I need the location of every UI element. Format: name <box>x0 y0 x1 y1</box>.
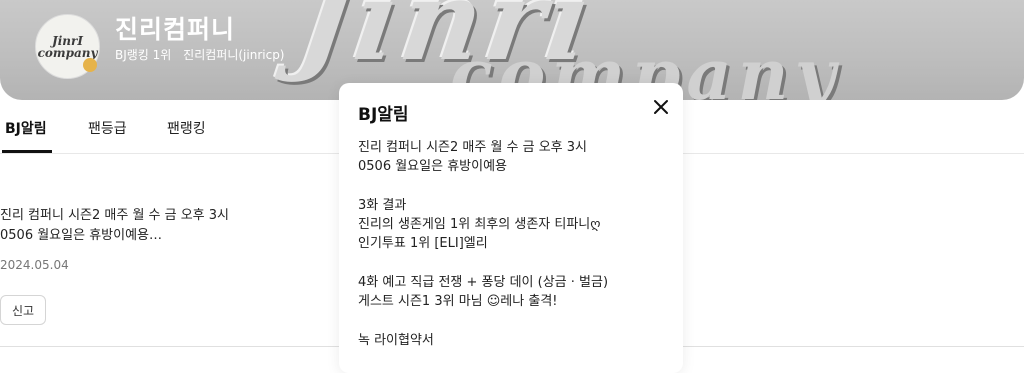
avatar[interactable]: JinrI company <box>35 14 100 79</box>
modal-line: 0506 월요일은 휴방이예용 <box>358 159 507 175</box>
modal-line: 4화 예고 직급 전쟁 + 퐁당 데이 (상금 · 벌금) <box>358 275 609 291</box>
modal-body: 진리 컴퍼니 시즌2 매주 월 수 금 오후 3시 0506 월요일은 휴방이예… <box>358 138 668 350</box>
avatar-logo-subtext: company <box>37 45 98 60</box>
avatar-badge <box>83 58 97 72</box>
modal-line-blank <box>358 254 668 273</box>
modal-line: 3화 결과 <box>358 197 407 213</box>
modal-line: 게스트 시즌1 3위 마님 ☺레나 출격! <box>358 294 558 310</box>
channel-name: 진리컴퍼니 <box>115 15 236 44</box>
report-button[interactable]: 신고 <box>0 295 46 325</box>
modal-line: 진리의 생존게임 1위 최후의 생존자 티파니ღ <box>358 217 601 233</box>
close-icon[interactable] <box>651 97 671 117</box>
post-date: 2024.05.04 <box>0 258 69 272</box>
modal-line: 진리 컴퍼니 시즌2 매주 월 수 금 오후 3시 <box>358 140 588 155</box>
notice-modal: BJ알림 진리 컴퍼니 시즌2 매주 월 수 금 오후 3시 0506 월요일은… <box>339 83 683 373</box>
modal-title: BJ알림 <box>358 105 409 125</box>
tab-fan-grade[interactable]: 팬등급 <box>88 118 127 138</box>
channel-rank: BJ랭킹 1위 <box>115 48 172 62</box>
tab-fan-ranking[interactable]: 팬랭킹 <box>167 118 206 138</box>
channel-handle: 진리컴퍼니(jinricp) <box>183 48 285 62</box>
modal-line-blank <box>358 312 668 331</box>
avatar-logo-text: JinrI <box>52 33 83 48</box>
post-preview[interactable]: 진리 컴퍼니 시즌2 매주 월 수 금 오후 3시 0506 월요일은 휴방이예… <box>0 206 229 246</box>
tab-bj-notice[interactable]: BJ알림 <box>5 118 47 138</box>
modal-line-blank <box>358 177 668 196</box>
modal-line: 녹 라이협약서 <box>358 332 434 348</box>
channel-meta: BJ랭킹 1위 진리컴퍼니(jinricp) <box>115 46 285 63</box>
modal-line: 인기투표 1위 [ELI]엘리 <box>358 236 488 252</box>
